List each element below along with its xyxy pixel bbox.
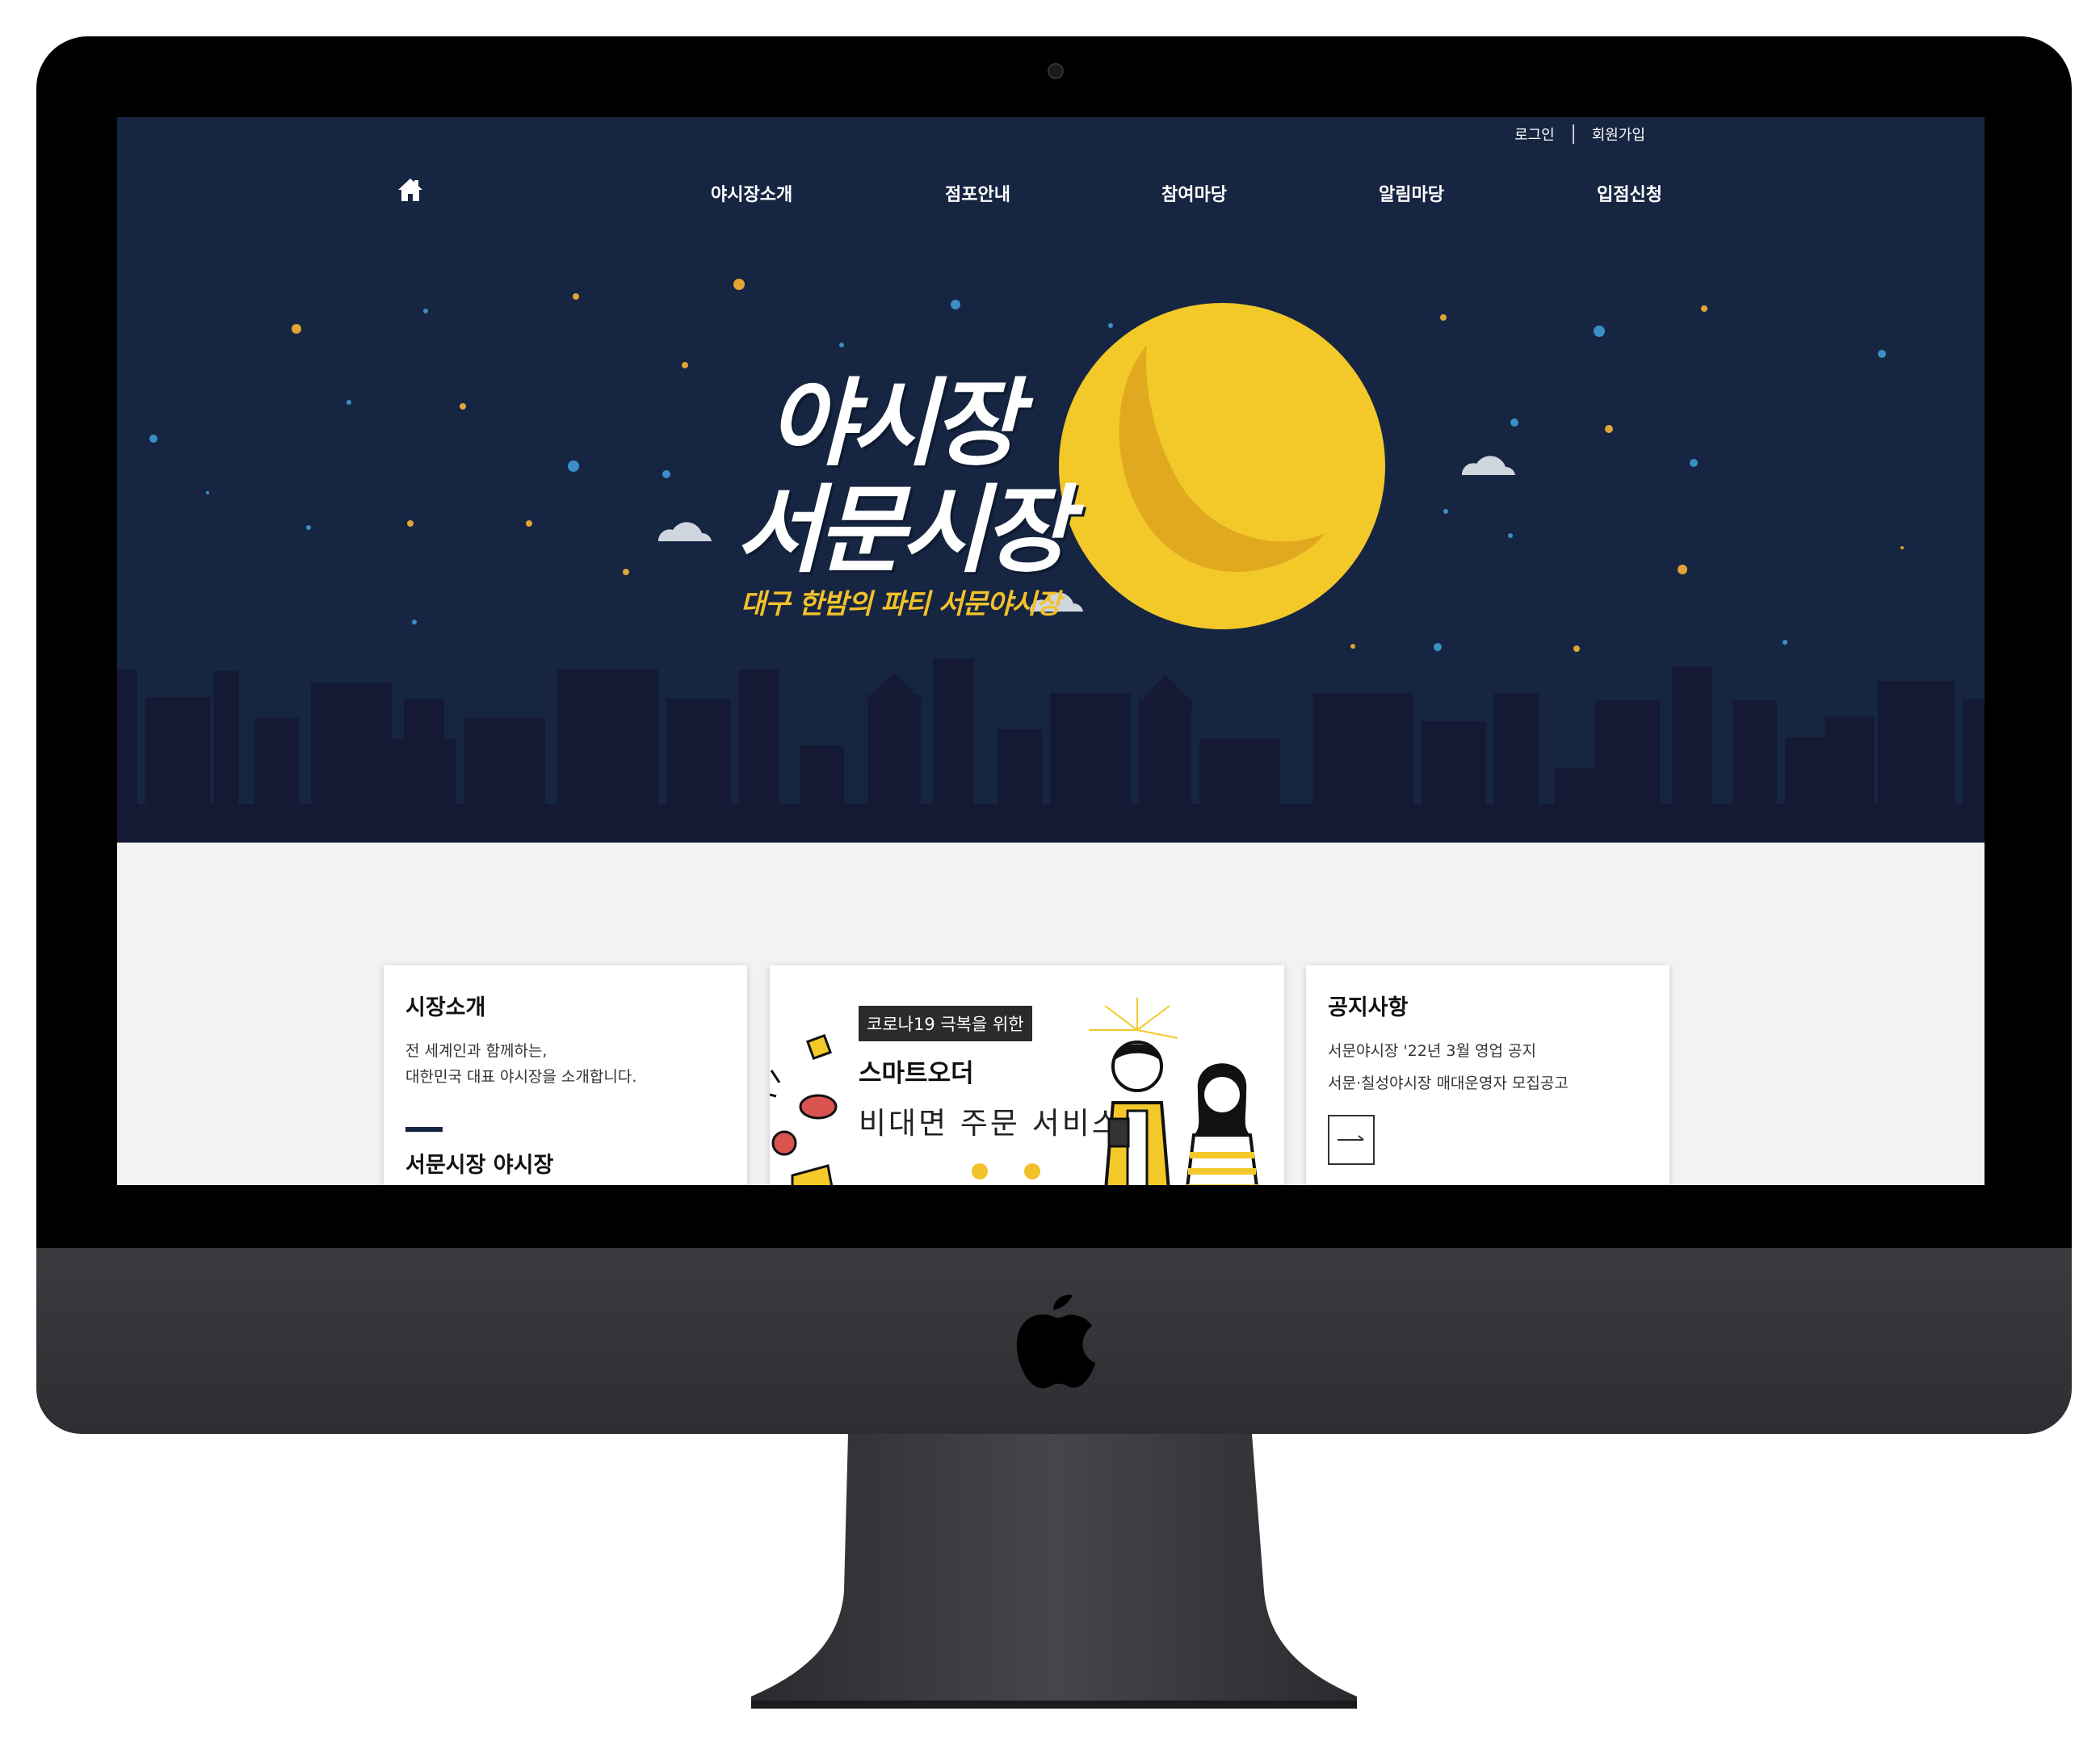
- hero-title-line2: 서문시장: [735, 474, 1071, 586]
- nav-item-notices[interactable]: 알림마당: [1379, 180, 1444, 206]
- camera: [1048, 63, 1064, 79]
- nav-item-intro[interactable]: 야시장소개: [711, 180, 792, 206]
- login-link[interactable]: 로그인: [1497, 124, 1573, 145]
- apple-logo-icon: [1016, 1294, 1095, 1389]
- monitor-chin: [36, 1248, 2072, 1434]
- carousel-dot-2[interactable]: [1024, 1163, 1040, 1179]
- home-icon[interactable]: [396, 175, 425, 204]
- card-notices[interactable]: 공지사항 서문야시장 '22년 3월 영업 공지 서문·칠성야시장 매대운영자 …: [1306, 965, 1670, 1185]
- card-text-line2: 대한민국 대표 야시장을 소개합니다.: [405, 1068, 637, 1086]
- snack-illustration: [770, 1033, 838, 1185]
- notice-item-1[interactable]: 서문야시장 '22년 3월 영업 공지: [1328, 1038, 1536, 1064]
- notice-item-2[interactable]: 서문·칠성야시장 매대운영자 모집공고: [1328, 1070, 1569, 1096]
- signup-link[interactable]: 회원가입: [1574, 124, 1663, 145]
- card-section-title: 서문시장 야시장: [405, 1153, 554, 1178]
- hero-title-line1: 야시장: [767, 368, 1021, 479]
- card-smart-order[interactable]: 코로나19 극복을 위한 스마트오더 비대면 주문 서비스: [770, 965, 1284, 1185]
- hero-subtitle: 대구 한밤의 파티 서문야시장: [741, 588, 1061, 620]
- monitor-stand: [751, 1434, 1357, 1709]
- hero-banner: 로그인 회원가입 야시장소개 점포안내 참여마당 알림마당 입점신청 야시장 서…: [117, 117, 1984, 843]
- notice-more-button[interactable]: [1328, 1115, 1375, 1165]
- card-title: 시장소개: [405, 995, 486, 1020]
- promo-heading: 스마트오더: [859, 1059, 974, 1088]
- browser-viewport: 로그인 회원가입 야시장소개 점포안내 참여마당 알림마당 입점신청 야시장 서…: [117, 117, 1984, 1185]
- people-phone-illustration: [1089, 998, 1258, 1185]
- nav-item-community[interactable]: 참여마당: [1161, 180, 1227, 206]
- carousel-dot-1[interactable]: [972, 1163, 988, 1179]
- card-text-line1: 전 세계인과 함께하는,: [405, 1042, 548, 1060]
- accent-bar: [405, 1127, 443, 1132]
- card-title: 공지사항: [1328, 995, 1409, 1020]
- utility-nav: 로그인 회원가입: [1497, 124, 1663, 145]
- arrow-right-icon: [1338, 1135, 1364, 1141]
- promo-tag: 코로나19 극복을 위한: [859, 1006, 1032, 1041]
- card-market-intro[interactable]: 시장소개 전 세계인과 함께하는, 대한민국 대표 야시장을 소개합니다. 서문…: [384, 965, 747, 1185]
- nav-item-apply[interactable]: 입점신청: [1597, 180, 1662, 206]
- nav-item-stores[interactable]: 점포안내: [945, 180, 1010, 206]
